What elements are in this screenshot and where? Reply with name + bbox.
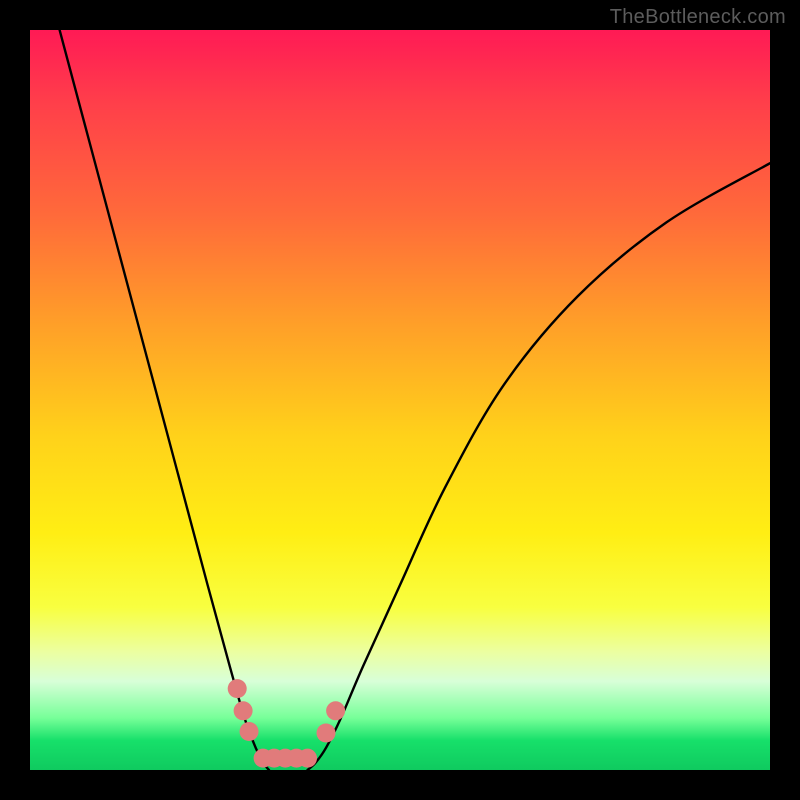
- curves-group: [60, 30, 770, 770]
- series-curve-right: [308, 163, 771, 770]
- marker-point: [240, 722, 259, 741]
- marker-point: [326, 701, 345, 720]
- series-curve-left: [60, 30, 269, 770]
- markers-group: [228, 679, 345, 768]
- chart-svg: [30, 30, 770, 770]
- marker-point: [234, 701, 253, 720]
- marker-point: [298, 749, 317, 768]
- marker-point: [317, 724, 336, 743]
- watermark-text: TheBottleneck.com: [610, 6, 786, 29]
- marker-point: [228, 679, 247, 698]
- plot-area: [30, 30, 770, 770]
- chart-frame: TheBottleneck.com: [0, 0, 800, 800]
